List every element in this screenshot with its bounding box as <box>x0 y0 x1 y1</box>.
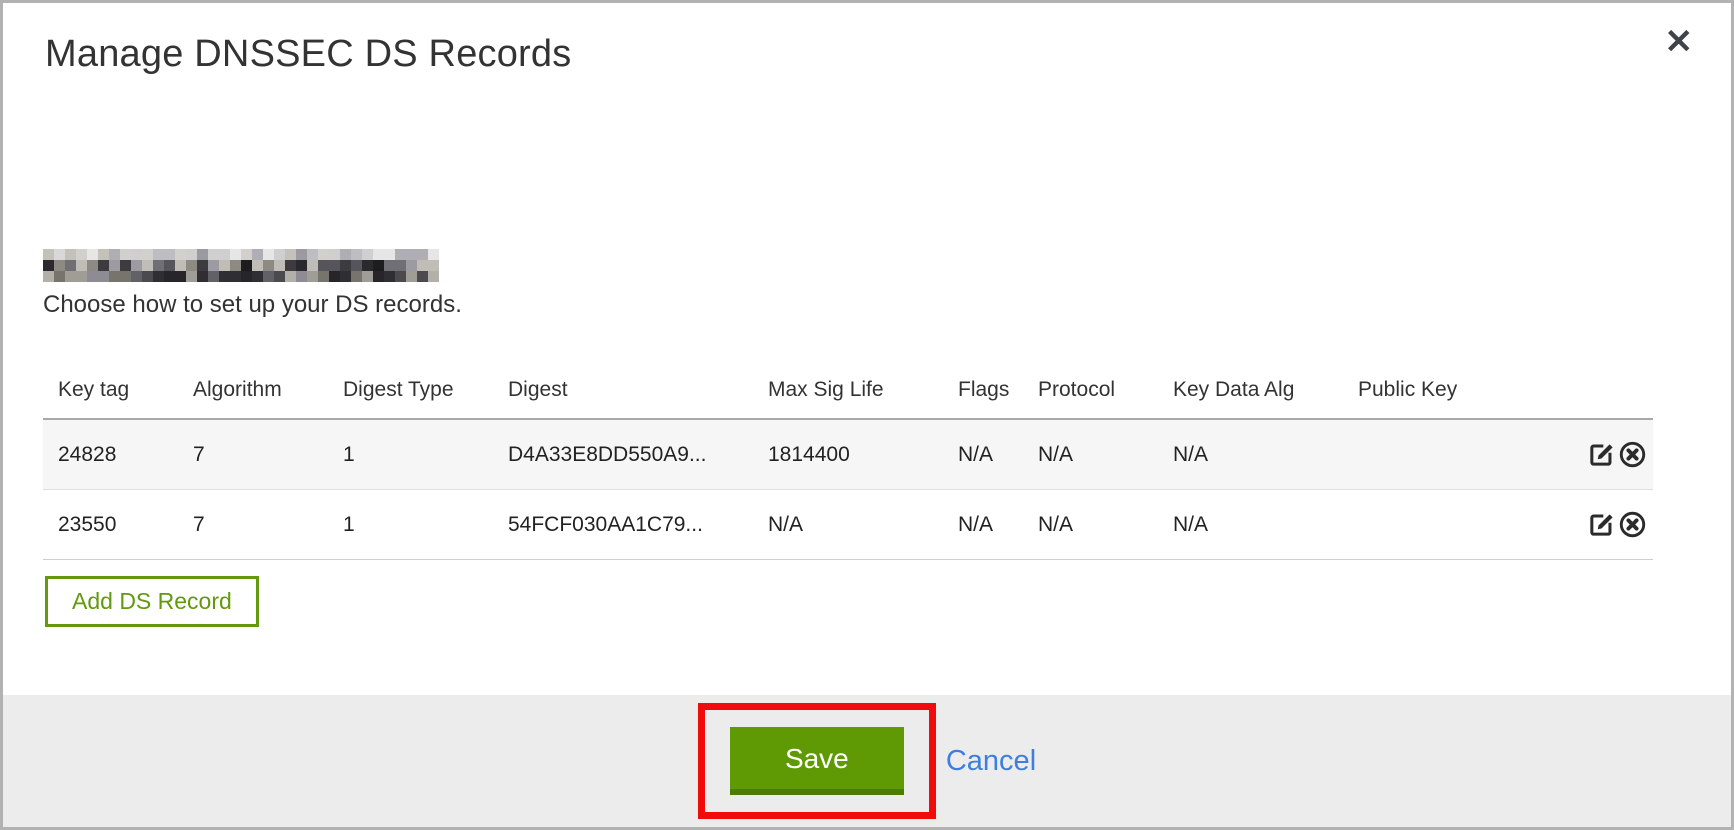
close-icon[interactable]: ✕ <box>1665 25 1694 59</box>
delete-icon <box>1618 457 1647 469</box>
edit-icon <box>1587 457 1616 469</box>
cell-key-tag: 23550 <box>58 513 193 537</box>
cell-key-data-alg: N/A <box>1173 513 1358 537</box>
column-header-algorithm: Algorithm <box>193 378 343 402</box>
column-header-flags: Flags <box>958 378 1038 402</box>
column-header-digest: Digest <box>508 378 768 402</box>
table-header-row: Key tag Algorithm Digest Type Digest Max… <box>43 348 1653 420</box>
column-header-digest-type: Digest Type <box>343 378 508 402</box>
instruction-text: Choose how to set up your DS records. <box>43 291 462 319</box>
column-header-key-data-alg: Key Data Alg <box>1173 378 1358 402</box>
column-header-key-tag: Key tag <box>58 378 193 402</box>
delete-record-button[interactable] <box>1618 440 1647 469</box>
cell-protocol: N/A <box>1038 443 1173 467</box>
cancel-link[interactable]: Cancel <box>946 745 1036 778</box>
cell-digest: D4A33E8DD550A9... <box>508 443 768 467</box>
cell-protocol: N/A <box>1038 513 1173 537</box>
cell-algorithm: 7 <box>193 513 343 537</box>
cell-max-sig-life: N/A <box>768 513 958 537</box>
delete-icon <box>1618 527 1647 539</box>
add-ds-record-button[interactable]: Add DS Record <box>45 576 259 627</box>
ds-records-table: Key tag Algorithm Digest Type Digest Max… <box>43 348 1653 560</box>
column-header-protocol: Protocol <box>1038 378 1173 402</box>
cell-key-tag: 24828 <box>58 443 193 467</box>
edit-record-button[interactable] <box>1587 510 1616 539</box>
column-header-public-key: Public Key <box>1358 378 1573 402</box>
table-row: 24828 7 1 D4A33E8DD550A9... 1814400 N/A … <box>43 420 1653 490</box>
cell-algorithm: 7 <box>193 443 343 467</box>
annotation-highlight-box: Save <box>698 703 936 819</box>
cell-key-data-alg: N/A <box>1173 443 1358 467</box>
row-actions <box>1573 440 1653 469</box>
manage-dnssec-modal: Manage DNSSEC DS Records ✕ Choose how to… <box>0 0 1734 830</box>
modal-footer: Save Cancel <box>3 695 1731 827</box>
cell-max-sig-life: 1814400 <box>768 443 958 467</box>
redacted-domain <box>43 249 439 282</box>
table-row: 23550 7 1 54FCF030AA1C79... N/A N/A N/A … <box>43 490 1653 560</box>
cell-digest: 54FCF030AA1C79... <box>508 513 768 537</box>
page-title: Manage DNSSEC DS Records <box>45 33 571 76</box>
column-header-max-sig-life: Max Sig Life <box>768 378 958 402</box>
save-button[interactable]: Save <box>730 727 904 795</box>
cell-flags: N/A <box>958 443 1038 467</box>
cell-digest-type: 1 <box>343 443 508 467</box>
edit-record-button[interactable] <box>1587 440 1616 469</box>
delete-record-button[interactable] <box>1618 510 1647 539</box>
row-actions <box>1573 510 1653 539</box>
edit-icon <box>1587 527 1616 539</box>
cell-digest-type: 1 <box>343 513 508 537</box>
cell-flags: N/A <box>958 513 1038 537</box>
